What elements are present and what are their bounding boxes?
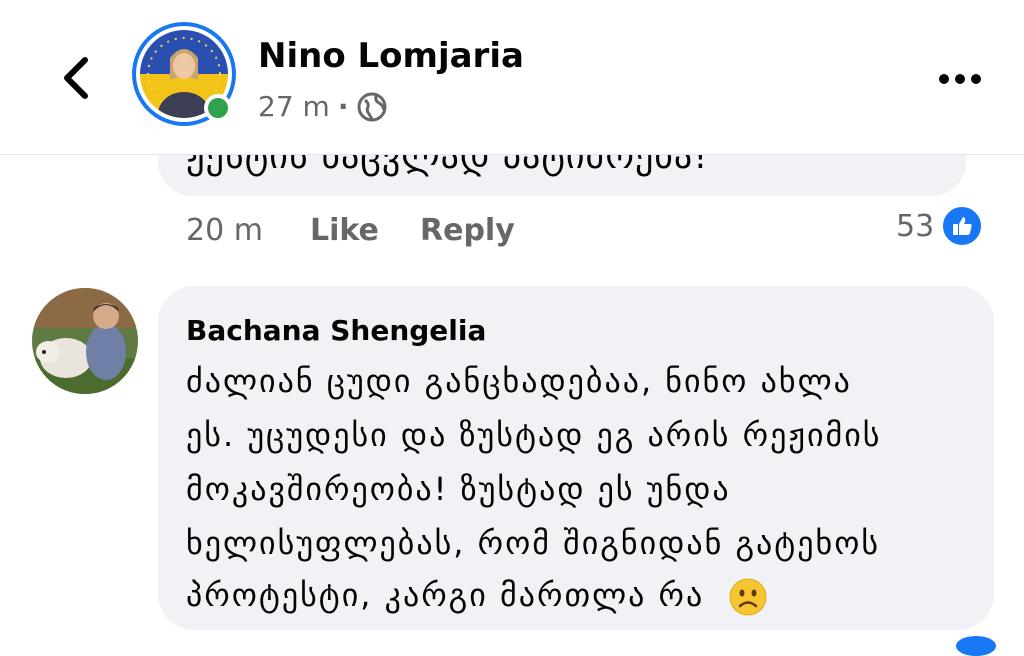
reply-button[interactable]: Reply	[420, 213, 515, 248]
thumbs-up-icon	[940, 204, 985, 248]
post-time: 27 m	[258, 90, 330, 123]
comment-text-line: ეს. უცუდესი და ზუსტად ეგ არის რეჟიმის	[186, 416, 882, 454]
previous-comment-time: 20 m	[186, 212, 263, 248]
comment-text-line: მოკავშირეობა! ზუსტად ეს უნდა	[186, 470, 731, 508]
reaction-summary[interactable]: 53	[896, 204, 985, 248]
comment-text-line: პროტესტი, კარგი მართლა რა	[186, 576, 705, 614]
comment-last-line: პროტესტი, კარგი მართლა რა	[186, 576, 768, 617]
commenter-name[interactable]: Bachana Shengelia	[186, 314, 486, 347]
post-author-name[interactable]: Nino Lomjaria	[258, 36, 524, 76]
previous-comment-actions: 20 m Like Reply	[186, 208, 996, 252]
back-button[interactable]	[44, 46, 108, 110]
comment-text-line: ხელისუფლებას, რომ შიგნიდან გატეხოს	[186, 524, 881, 562]
online-status-dot	[204, 94, 232, 122]
more-horizontal-icon	[939, 74, 949, 84]
reaction-count: 53	[896, 208, 935, 244]
frowning-face-icon	[729, 578, 767, 616]
comment-bubble: Bachana Shengelia ძალიან ცუდი განცხადება…	[158, 286, 994, 630]
next-reaction-peek	[956, 636, 996, 656]
post-header: Nino Lomjaria 27 m ·	[0, 0, 1024, 155]
post-meta: 27 m ·	[258, 90, 388, 123]
commenter-avatar[interactable]	[32, 288, 138, 394]
more-options-button[interactable]	[930, 62, 990, 96]
like-button[interactable]: Like	[310, 213, 420, 248]
comment-text-line: ძალიან ცუდი განცხადებაა, ნინო ახლა	[186, 362, 852, 400]
meta-separator: ·	[337, 90, 349, 123]
chevron-left-icon	[64, 57, 88, 99]
globe-icon[interactable]	[356, 91, 388, 123]
